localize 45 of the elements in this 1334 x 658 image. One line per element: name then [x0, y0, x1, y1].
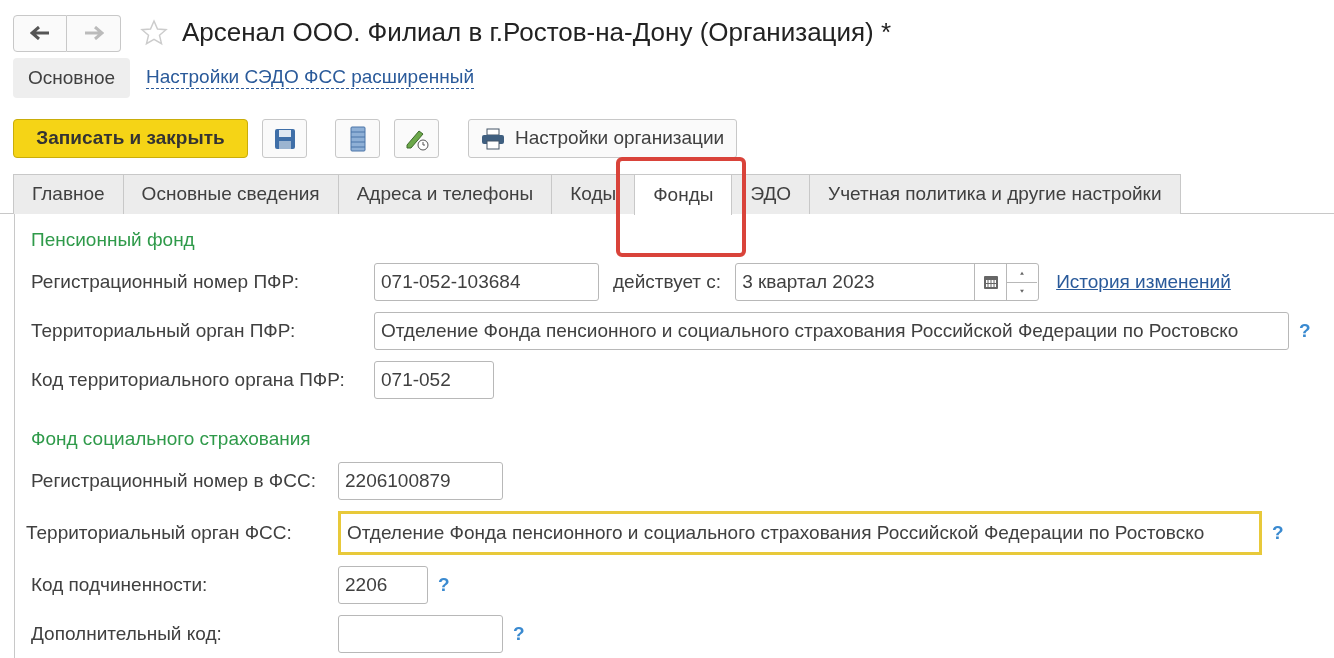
left-arrow-icon: [30, 26, 50, 40]
list-button[interactable]: [335, 119, 380, 158]
date-field[interactable]: 3 квартал 2023: [735, 263, 1040, 301]
right-arrow-icon: [83, 26, 104, 40]
help-icon[interactable]: ?: [1272, 518, 1284, 548]
input-field[interactable]: 2206: [338, 566, 428, 604]
history-link[interactable]: История изменений: [1056, 267, 1231, 297]
tab[interactable]: Главное: [13, 174, 124, 214]
input-field[interactable]: Отделение Фонда пенсионного и социального страхования Российской Федерации по Ростовско: [338, 511, 1262, 555]
field-label: Дополнительный код:: [31, 621, 223, 646]
tab[interactable]: Основные сведения: [122, 174, 339, 214]
tab[interactable]: ЭДО: [731, 174, 811, 214]
tab[interactable]: Коды: [551, 174, 636, 214]
field-label: Территориальный орган ПФР:: [31, 318, 297, 343]
tab[interactable]: Фонды: [634, 174, 733, 215]
field-label: Код подчиненности:: [31, 572, 209, 597]
calendar-icon[interactable]: [982, 274, 999, 290]
help-icon[interactable]: ?: [1299, 316, 1311, 346]
section-title: Фонд социального страхования: [31, 427, 312, 451]
field-label: Регистрационный номер ПФР:: [31, 269, 301, 294]
section-title: Пенсионный фонд: [31, 228, 196, 252]
star-icon[interactable]: [140, 19, 168, 47]
field-label: действует с:: [613, 269, 722, 294]
edit-history-button[interactable]: [394, 119, 439, 158]
help-icon[interactable]: ?: [513, 619, 525, 649]
save-button[interactable]: [262, 119, 307, 158]
tab[interactable]: Адреса и телефоны: [337, 174, 553, 214]
input-field[interactable]: [338, 615, 503, 653]
field-label: Код территориального органа ПФР:: [31, 367, 346, 392]
printer-icon: [481, 127, 505, 150]
field-label: Регистрационный номер в ФСС:: [31, 468, 317, 493]
field-label: Территориальный орган ФСС:: [26, 520, 293, 545]
save-and-close-button[interactable]: Записать и закрыть: [13, 119, 248, 158]
input-field[interactable]: 071-052: [374, 361, 494, 399]
organization-settings-button[interactable]: Настройки организации: [468, 119, 738, 158]
input-field[interactable]: 2206100879: [338, 462, 503, 500]
window-title: Арсенал ООО. Филиал в г.Ростов-на-Дону (Организация) *: [182, 17, 892, 49]
back-button[interactable]: [13, 14, 67, 52]
nav-link[interactable]: Основное: [13, 58, 131, 98]
nav-link[interactable]: Настройки СЭДО ФСС расширенный: [146, 67, 474, 89]
input-field[interactable]: 071-052-103684: [374, 263, 599, 301]
tab[interactable]: Учетная политика и другие настройки: [809, 174, 1181, 214]
input-field[interactable]: Отделение Фонда пенсионного и социального страхования Российской Федерации по Ростовско: [374, 312, 1289, 350]
help-icon[interactable]: ?: [438, 570, 450, 600]
list-icon: [349, 125, 366, 152]
